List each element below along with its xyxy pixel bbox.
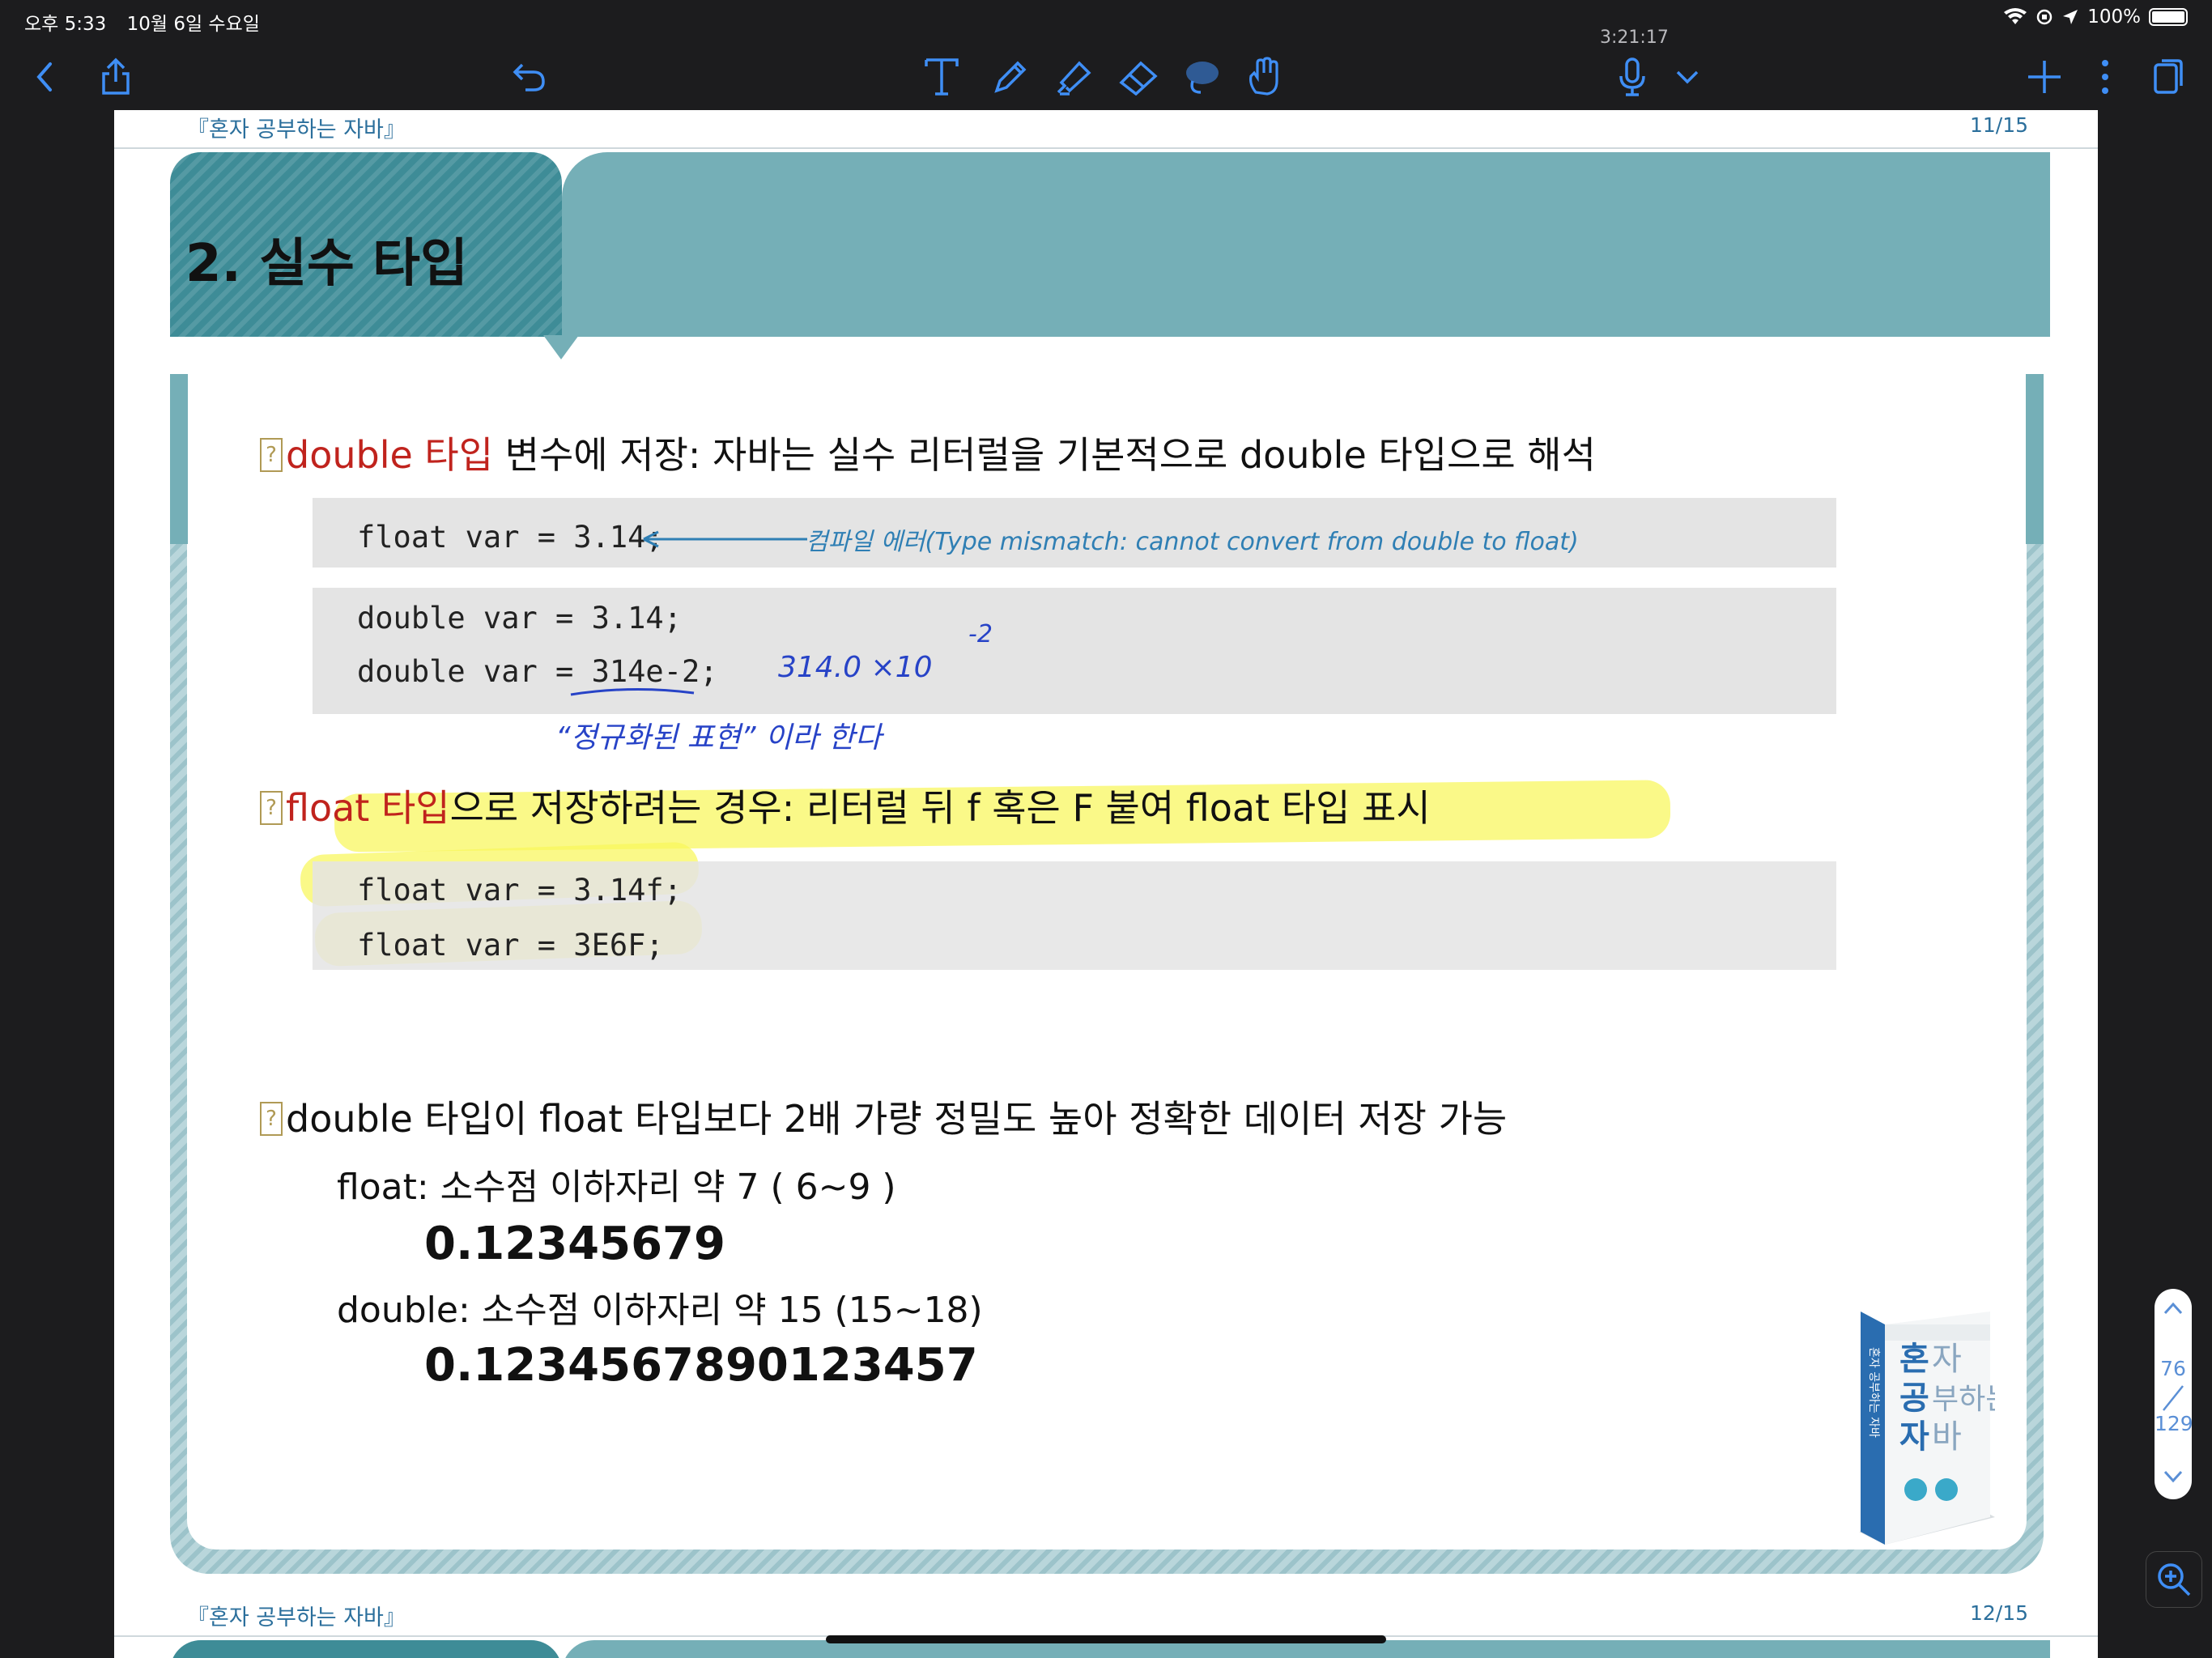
back-chevron-icon[interactable] [24,49,65,105]
battery-percent: 100% [2087,6,2141,28]
handwritten-normalized-note: “정규화된 표현” 이라 한다 [555,721,882,755]
running-head-top: 『혼자 공부하는 자바』 [187,117,406,142]
chevron-down-icon[interactable] [1670,49,1705,105]
status-time: 오후 5:33 [24,14,107,35]
share-icon[interactable] [93,49,138,105]
missing-glyph-icon: ? [260,437,283,472]
frame-accent-left [170,374,188,544]
highlighter-tool-icon[interactable] [1051,49,1096,105]
bullet-float-type: ? float 타입으로 저장하려는 경우: 리터럴 뒤 f 혹은 F 붙여 fl… [260,779,1431,832]
svg-text:공: 공 [1899,1380,1929,1417]
battery-icon [2149,8,2188,26]
home-indicator[interactable] [826,1635,1386,1643]
float-precision-line: float: 소수점 이하자리 약 7 ( 6~9 ) [337,1167,896,1208]
svg-text:부하는: 부하는 [1932,1383,1995,1416]
svg-text:바: 바 [1932,1418,1962,1456]
missing-glyph-icon: ? [260,790,283,825]
section-banner-notch [543,335,579,359]
code-line: double var = 314e-2; [357,654,718,689]
pages-icon[interactable] [2146,49,2191,105]
toolbar [0,49,2212,113]
recording-time: 3:21:17 [1600,28,1669,48]
handwritten-error-note: 컴파일 에러(Type mismatch: cannot convert fro… [806,528,1579,556]
location-icon [2063,10,2078,24]
status-right: 100% [2003,6,2188,28]
underline-annotation [570,687,695,696]
bullet-text: double 타입이 float 타입보다 2배 가량 정밀도 높아 정확한 데… [286,1097,1508,1141]
keyword-double: double 타입 [286,433,494,477]
chevron-down-icon[interactable] [2163,1470,2183,1483]
bullet-text: 변수에 저장: 자바는 실수 리터럴을 기본적으로 double 타입으로 해석 [493,433,1596,477]
keyword-float: float 타입 [286,786,450,830]
status-bar: 오후 5:33 10월 6일 수요일 100% [0,0,2212,40]
double-example-value: 0.1234567890123457 [424,1339,978,1392]
handwritten-exponent: -2 [968,620,993,648]
current-page: 76 [2160,1357,2186,1380]
handwritten-math: 314.0 ×10 [778,651,933,684]
code-line: float var = 3E6F; [357,928,664,963]
header-rule [114,147,2098,149]
lasso-tool-icon[interactable] [1179,49,1224,105]
eraser-tool-icon[interactable] [1116,49,1161,105]
microphone-icon[interactable] [1610,49,1655,105]
wifi-icon [2004,8,2027,24]
running-head-bottom: 『혼자 공부하는 자바』 [187,1605,406,1630]
total-pages: 129 [2155,1412,2193,1435]
double-precision-line: double: 소수점 이하자리 약 15 (15~18) [337,1290,983,1331]
add-icon[interactable] [2022,49,2067,105]
code-line: double var = 3.14; [357,601,682,636]
zoom-button[interactable] [2146,1551,2202,1608]
arrow-annotation [643,530,807,548]
status-date: 10월 6일 수요일 [126,14,260,35]
more-icon[interactable] [2093,49,2117,105]
section-banner [562,152,2050,337]
code-line: float var = 3.14; [357,520,664,555]
code-line: float var = 3.14f; [357,873,682,908]
svg-text:자: 자 [1932,1341,1962,1378]
undo-icon[interactable] [506,49,551,105]
status-left: 오후 5:33 10월 6일 수요일 [24,8,274,36]
svg-text:혼: 혼 [1899,1341,1929,1378]
svg-text:자: 자 [1899,1418,1929,1456]
book-cover-image: 혼 자 공 부하는 자 바 혼자 공부하는 자바 [1859,1312,1995,1545]
chevron-up-icon[interactable] [2163,1302,2183,1315]
svg-text:혼자 공부하는 자바: 혼자 공부하는 자바 [1867,1347,1880,1438]
text-tool-icon[interactable] [919,49,964,105]
page-number-top: 11/15 [1969,113,2028,137]
bullet-double-type: ? double 타입 변수에 저장: 자바는 실수 리터럴을 기본적으로 dou… [260,426,1596,479]
orientation-lock-icon [2036,9,2052,25]
zoom-in-icon [2158,1563,2191,1596]
bullet-text: 으로 저장하려는 경우: 리터럴 뒤 f 혹은 F 붙여 float 타입 표시 [449,786,1431,830]
frame-accent-right [2026,374,2044,544]
pen-tool-icon[interactable] [986,49,1032,105]
page-divider [2163,1385,2184,1411]
hand-tool-icon[interactable] [1242,49,1287,105]
next-section-banner-tab [170,1640,562,1658]
page-number-bottom: 12/15 [1969,1601,2028,1625]
missing-glyph-icon: ? [260,1101,283,1136]
section-title: 2. 실수 타입 [185,234,468,294]
bullet-precision: ? double 타입이 float 타입보다 2배 가량 정밀도 높아 정확한 … [260,1090,1507,1143]
page-scroller[interactable]: 76 129 [2155,1289,2193,1499]
document-page[interactable]: 『혼자 공부하는 자바』 11/15 2. 실수 타입 ? double 타입 변… [114,110,2098,1658]
float-example-value: 0.12345679 [424,1218,725,1270]
